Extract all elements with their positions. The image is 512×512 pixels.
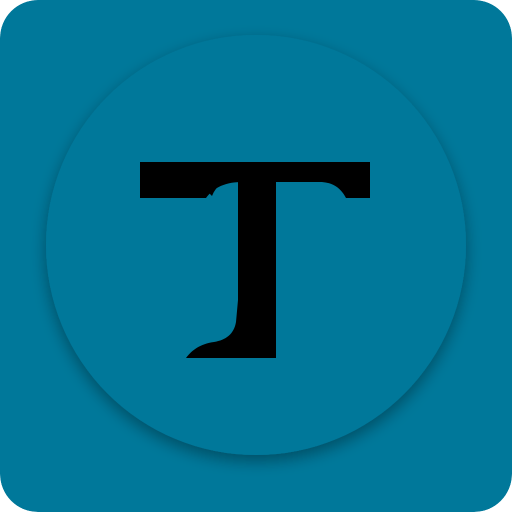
app-icon-graphic bbox=[0, 0, 512, 512]
app-icon[interactable] bbox=[0, 0, 512, 512]
